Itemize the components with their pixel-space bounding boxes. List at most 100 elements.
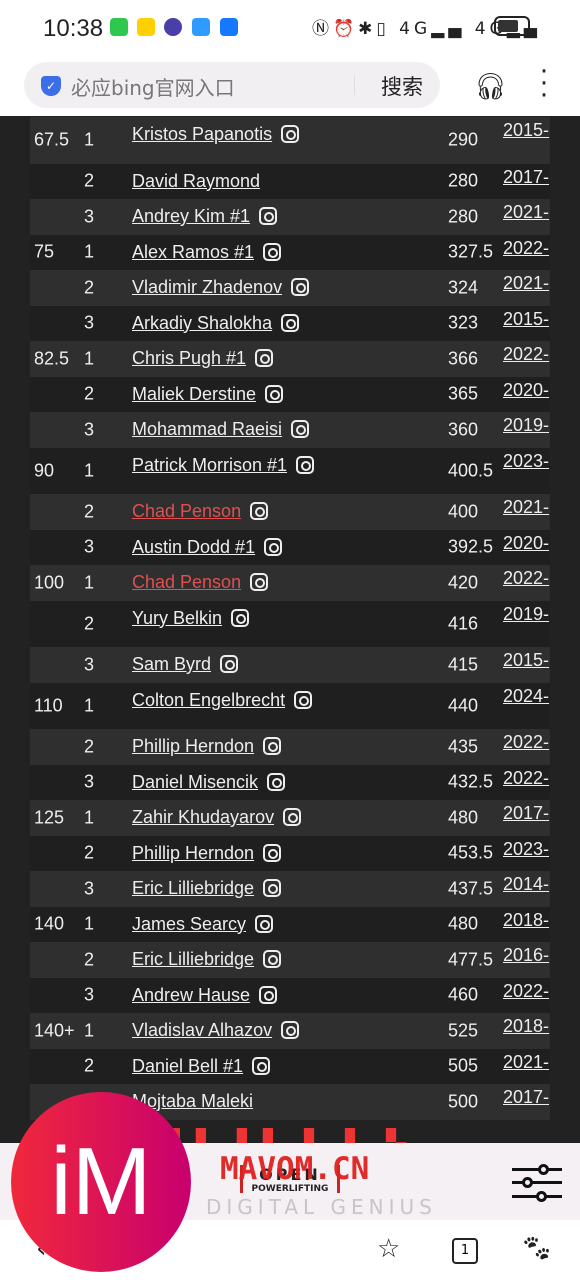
date-link[interactable]: 2018- bbox=[503, 910, 550, 931]
lifter-link[interactable]: Chad Penson bbox=[132, 501, 241, 521]
lifter-link[interactable]: Patrick Morrison #1 bbox=[132, 455, 287, 475]
table-row: 100 1 Chad Penson 420 2022- bbox=[30, 565, 550, 601]
lifter-link[interactable]: Austin Dodd #1 bbox=[132, 537, 255, 557]
date-link[interactable]: 2015- bbox=[503, 120, 550, 141]
date-link[interactable]: 2021- bbox=[503, 497, 550, 518]
date-link[interactable]: 2014- bbox=[503, 874, 550, 895]
instagram-icon[interactable] bbox=[296, 455, 315, 474]
instagram-icon[interactable] bbox=[267, 772, 286, 791]
date-link[interactable]: 2015- bbox=[503, 309, 550, 330]
lifter-link[interactable]: Sam Byrd bbox=[132, 654, 211, 674]
date-link[interactable]: 2022- bbox=[503, 568, 550, 589]
table-row: 2 Maliek Derstine 365 2020- bbox=[30, 376, 550, 412]
lifter-link[interactable]: Eric Lilliebridge bbox=[132, 878, 254, 898]
table-row: 3 Eric Lilliebridge 437.5 2014- bbox=[30, 871, 550, 907]
date-link[interactable]: 2021- bbox=[503, 273, 550, 294]
date-link[interactable]: 2023- bbox=[503, 451, 550, 472]
date-link[interactable]: 2017- bbox=[503, 1087, 550, 1108]
clock: 10:38 bbox=[43, 15, 104, 42]
date-link[interactable]: 2022- bbox=[503, 732, 550, 753]
instagram-icon[interactable] bbox=[255, 914, 274, 933]
date-link[interactable]: 2020- bbox=[503, 533, 550, 554]
lifter-link[interactable]: Chad Penson bbox=[132, 572, 241, 592]
search-input[interactable]: 必应bing官网入口 bbox=[71, 72, 235, 101]
date-link[interactable]: 2019- bbox=[503, 604, 550, 625]
lifter-link[interactable]: Phillip Herndon bbox=[132, 843, 254, 863]
instagram-icon[interactable] bbox=[283, 808, 302, 826]
lifter-link[interactable]: Yury Belkin bbox=[132, 608, 222, 628]
instagram-icon[interactable] bbox=[264, 537, 283, 556]
date-link[interactable]: 2023- bbox=[503, 839, 550, 860]
date-link[interactable]: 2021- bbox=[503, 1052, 550, 1073]
im-badge-overlay[interactable]: iM bbox=[11, 1092, 191, 1272]
table-row: 2 Yury Belkin 416 2019- bbox=[30, 600, 550, 647]
instagram-icon[interactable] bbox=[281, 125, 300, 143]
date-link[interactable]: 2022- bbox=[503, 981, 550, 1002]
date-link[interactable]: 2021- bbox=[503, 202, 550, 223]
headphones-icon[interactable]: 🎧︎ bbox=[474, 72, 507, 102]
instagram-icon[interactable] bbox=[259, 207, 278, 225]
lifter-link[interactable]: Vladimir Zhadenov bbox=[132, 277, 282, 297]
lifter-link[interactable]: Daniel Bell #1 bbox=[132, 1056, 243, 1076]
lifter-link[interactable]: David Raymond bbox=[132, 171, 260, 191]
lifter-link[interactable]: Alex Ramos #1 bbox=[132, 242, 254, 262]
table-row: 3 Mohammad Raeisi 360 2019- bbox=[30, 412, 550, 448]
lifter-link[interactable]: Daniel Misencik bbox=[132, 772, 258, 792]
instagram-icon[interactable] bbox=[255, 349, 274, 367]
sliders-icon[interactable] bbox=[512, 1164, 562, 1202]
date-link[interactable]: 2024- bbox=[503, 686, 550, 707]
instagram-icon[interactable] bbox=[291, 420, 310, 438]
baidu-paw-icon[interactable]: 🐾︎ bbox=[520, 1234, 553, 1264]
date-link[interactable]: 2022- bbox=[503, 344, 550, 365]
lifter-link[interactable]: Mohammad Raeisi bbox=[132, 419, 282, 439]
date-link[interactable]: 2017- bbox=[503, 167, 550, 188]
place: 2 bbox=[84, 1055, 95, 1076]
lifter-link[interactable]: Andrew Hause bbox=[132, 985, 250, 1005]
lifter-link[interactable]: Arkadiy Shalokha bbox=[132, 313, 272, 333]
instagram-icon[interactable] bbox=[263, 843, 282, 862]
meituan-icon bbox=[137, 18, 155, 36]
date-link[interactable]: 2015- bbox=[503, 650, 550, 671]
lifter-link[interactable]: Eric Lilliebridge bbox=[132, 949, 254, 969]
tabs-icon[interactable]: 1 bbox=[452, 1238, 478, 1264]
search-bar[interactable]: ✓ 必应bing官网入口 搜索 bbox=[24, 62, 440, 108]
date-link[interactable]: 2022- bbox=[503, 238, 550, 259]
lifter-link[interactable]: James Searcy bbox=[132, 914, 246, 934]
table-row: 2 Chad Penson 400 2021- bbox=[30, 494, 550, 530]
instagram-icon[interactable] bbox=[263, 950, 282, 968]
instagram-icon[interactable] bbox=[252, 1056, 271, 1075]
date-link[interactable]: 2020- bbox=[503, 380, 550, 401]
lifter-link[interactable]: Phillip Herndon bbox=[132, 736, 254, 756]
lifter-link[interactable]: Vladislav Alhazov bbox=[132, 1020, 272, 1040]
lifter-link[interactable]: Andrey Kim #1 bbox=[132, 206, 250, 226]
instagram-icon[interactable] bbox=[263, 737, 282, 755]
lifter-link[interactable]: Maliek Derstine bbox=[132, 384, 256, 404]
lifter-link[interactable]: Kristos Papanotis bbox=[132, 124, 272, 144]
lifter-link[interactable]: Colton Engelbrecht bbox=[132, 690, 285, 710]
lifter-cell: Kristos Papanotis bbox=[132, 124, 300, 145]
instagram-icon[interactable] bbox=[281, 313, 300, 332]
date-link[interactable]: 2016- bbox=[503, 945, 550, 966]
instagram-icon[interactable] bbox=[294, 690, 313, 709]
instagram-icon[interactable] bbox=[263, 879, 282, 897]
star-icon[interactable]: ☆ bbox=[377, 1234, 400, 1264]
instagram-icon[interactable] bbox=[265, 384, 284, 403]
date-link[interactable]: 2017- bbox=[503, 803, 550, 824]
lifter-link[interactable]: Chris Pugh #1 bbox=[132, 348, 246, 368]
date-link[interactable]: 2018- bbox=[503, 1016, 550, 1037]
instagram-icon[interactable] bbox=[281, 1021, 300, 1039]
more-vertical-icon[interactable]: · · · bbox=[538, 59, 550, 109]
battery-icon bbox=[494, 16, 530, 36]
place: 3 bbox=[84, 419, 95, 440]
instagram-icon[interactable] bbox=[250, 573, 269, 591]
instagram-icon[interactable] bbox=[263, 242, 282, 261]
instagram-icon[interactable] bbox=[220, 655, 239, 673]
instagram-icon[interactable] bbox=[231, 608, 250, 627]
search-button[interactable]: 搜索 bbox=[381, 71, 423, 101]
date-link[interactable]: 2022- bbox=[503, 768, 550, 789]
date-link[interactable]: 2019- bbox=[503, 415, 550, 436]
instagram-icon[interactable] bbox=[291, 278, 310, 296]
instagram-icon[interactable] bbox=[250, 502, 269, 520]
instagram-icon[interactable] bbox=[259, 985, 278, 1004]
lifter-link[interactable]: Zahir Khudayarov bbox=[132, 807, 274, 827]
